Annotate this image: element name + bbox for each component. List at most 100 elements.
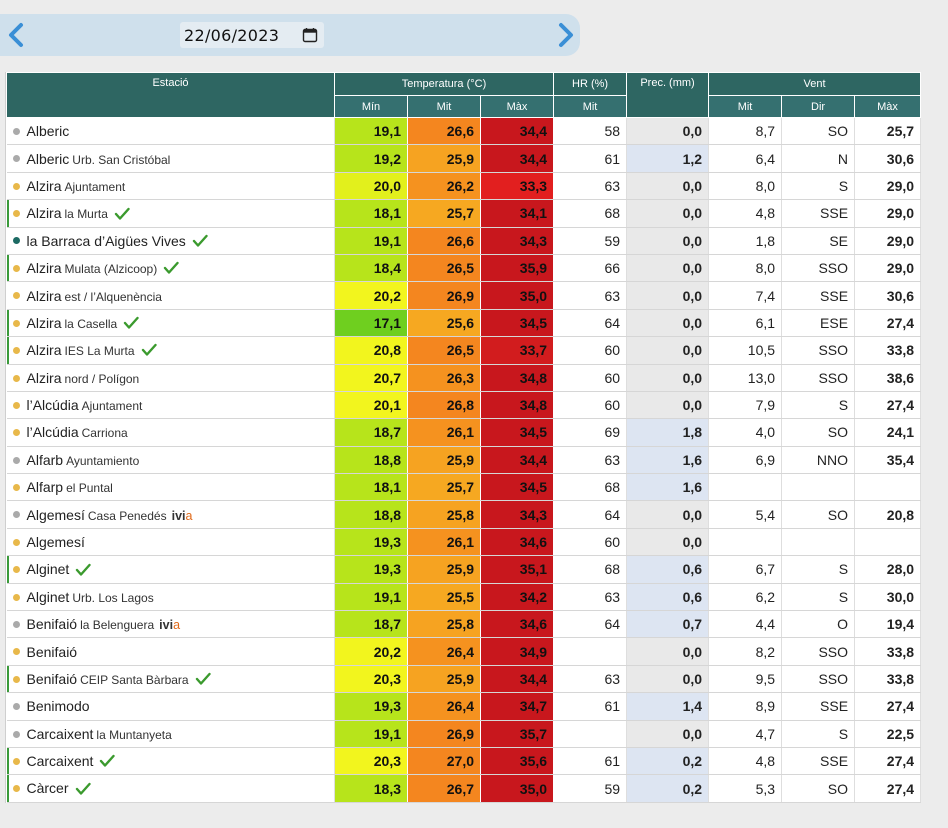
header-temperature: Temperatura (°C) [333,72,555,96]
station-cell[interactable]: Alginet [6,555,335,584]
precipitation-cell: 0,0 [626,665,710,694]
temp-max-cell: 34,4 [480,117,555,146]
table-row[interactable]: Carcaixent la Muntanyeta 19,1 26,9 35,7 0,0 4,… [6,720,922,748]
ivia-logo-icon: ivia [171,508,193,523]
table-row[interactable]: Alfarp el Puntal 18,1 25,7 34,5 68 1,6 [6,473,922,502]
table-row[interactable]: Càrcer 18,3 26,7 35,0 59 0,2 5,3 SO 27,4 [6,774,922,803]
temp-max-cell: 34,7 [480,692,555,721]
station-cell[interactable]: Benifaió la Belenguera ivia [6,610,335,639]
precipitation-cell: 0,0 [626,172,710,201]
station-cell[interactable]: Carcaixent [6,747,335,776]
station-cell[interactable]: Alzira la Casella [6,309,335,338]
station-name[interactable]: Alginet [27,589,70,605]
temp-mid-cell: 25,9 [407,144,481,173]
table-row[interactable]: Carcaixent 20,3 27,0 35,6 61 0,2 4,8 SSE 27,4 [6,747,922,776]
station-name[interactable]: Alzira [27,260,62,276]
station-name[interactable]: Alfarp [27,479,64,495]
station-cell[interactable]: l’Alcúdia Ajuntament [6,391,335,420]
table-row[interactable]: Alginet 19,3 25,9 35,1 68 0,6 6,7 S 28,0 [6,555,922,584]
table-row[interactable]: Alzira nord / Polígon 20,7 26,3 34,8 60 0,0 13,… [6,364,922,392]
table-row[interactable]: Algemesí 19,3 26,1 34,6 60 0,0 [6,528,922,557]
station-name[interactable]: Algemesí [27,534,85,550]
station-cell[interactable]: Càrcer [6,774,335,803]
station-name[interactable]: Alzira [27,315,62,331]
station-name[interactable]: Algemesí [27,507,85,523]
wind-mid-cell: 4,4 [708,610,783,639]
table-row[interactable]: la Barraca d’Aigües Vives 19,1 26,6 34,3 59 0… [6,227,922,255]
station-name[interactable]: Alfarb [27,452,64,468]
station-name[interactable]: Alzira [27,342,62,358]
humidity-cell: 68 [553,555,628,584]
table-row[interactable]: l’Alcúdia Ajuntament 20,1 26,8 34,8 60 0,0 7,9 S… [6,391,922,420]
table-row[interactable]: Alberic 19,1 26,6 34,4 58 0,0 8,7 SO 25,7 [6,117,922,146]
wind-mid-cell: 8,2 [708,637,783,666]
table-row[interactable]: Alzira Mulata (Alzicoop) 18,4 26,5 35,9 66 0,0… [6,254,922,283]
station-name[interactable]: Alginet [27,561,70,577]
temp-min-cell: 19,3 [334,528,408,557]
station-cell[interactable]: Alberic Urb. San Cristóbal [6,144,335,173]
station-cell[interactable]: Algemesí Casa Penedés ivia [6,500,335,529]
table-row[interactable]: Alginet Urb. Los Lagos 19,1 25,5 34,2 63 0,6 6,… [6,583,922,612]
table-row[interactable]: Alzira la Murta 18,1 25,7 34,1 68 0,0 4,8 SSE 29,… [6,199,922,228]
table-row[interactable]: Alberic Urb. San Cristóbal 19,2 25,9 34,4 61 1… [6,144,922,173]
station-cell[interactable]: Alfarp el Puntal [6,473,335,502]
station-cell[interactable]: Algemesí [6,528,335,557]
date-input[interactable]: 22/06/2023 [180,22,324,48]
station-name[interactable]: Benifaió [27,644,78,660]
station-cell[interactable]: Alzira la Murta [6,199,335,228]
station-cell[interactable]: Alzira IES La Murta [6,336,335,365]
table-row[interactable]: Alzira est / l’Alquenència 20,2 26,9 35,0 63 0… [6,281,922,310]
header-station[interactable]: Estació [6,72,335,118]
precipitation-cell: 1,2 [626,144,710,173]
station-cell[interactable]: Alginet Urb. Los Lagos [6,583,335,612]
station-cell[interactable]: Alfarb Ayuntamiento [6,446,335,475]
table-row[interactable]: Benimodo 19,3 26,4 34,7 61 1,4 8,9 SSE 27,4 [6,692,922,721]
station-cell[interactable]: Alzira Mulata (Alzicoop) [6,254,335,283]
station-name[interactable]: Alzira [27,370,62,386]
table-row[interactable]: l’Alcúdia Carriona 18,7 26,1 34,5 69 1,8 4,0 SO 2… [6,418,922,447]
chevron-right-icon[interactable] [552,20,580,50]
station-name[interactable]: Benifaió [27,616,78,632]
station-cell[interactable]: Alzira nord / Polígon [6,364,335,392]
station-name[interactable]: Càrcer [27,780,69,796]
station-name[interactable]: Carcaixent [27,726,94,742]
table-row[interactable]: Alzira Ajuntament 20,0 26,2 33,3 63 0,0 8,0 S 29,… [6,172,922,201]
station-cell[interactable]: Alberic [6,117,335,146]
table-row[interactable]: Alzira la Casella 17,1 25,6 34,5 64 0,0 6,1 ESE 2… [6,309,922,338]
status-dot-icon [12,484,20,492]
station-name[interactable]: Benifaió [27,671,78,687]
station-cell[interactable]: Benifaió [6,637,335,666]
station-cell[interactable]: la Barraca d’Aigües Vives [6,227,335,255]
station-name[interactable]: Benimodo [27,698,90,714]
station-name[interactable]: Alzira [27,178,62,194]
station-cell[interactable]: Carcaixent la Muntanyeta [6,720,335,748]
table-row[interactable]: Algemesí Casa Penedés ivia 18,8 25,8 34,3 64 0,… [6,500,922,529]
station-name[interactable]: Alzira [27,288,62,304]
station-cell[interactable]: Alzira Ajuntament [6,172,335,201]
temp-max-cell: 34,5 [480,418,555,447]
table-row[interactable]: Alfarb Ayuntamiento 18,8 25,9 34,4 63 1,6 6,9 NN… [6,446,922,475]
station-name[interactable]: la Barraca d’Aigües Vives [27,233,186,249]
station-name[interactable]: Alberic [27,123,70,139]
wind-dir-cell: SSO [781,364,856,392]
weather-stations-table: Estació Temperatura (°C) HR (%) Prec. (m… [5,72,922,803]
station-cell[interactable]: l’Alcúdia Carriona [6,418,335,447]
station-cell[interactable]: Alzira est / l’Alquenència [6,281,335,310]
table-row[interactable]: Alzira IES La Murta 20,8 26,5 33,7 60 0,0 10,5 S… [6,336,922,365]
station-name[interactable]: l’Alcúdia [27,397,79,413]
table-row[interactable]: Benifaió CEIP Santa Bàrbara 20,3 25,9 34,4 63… [6,665,922,694]
station-cell[interactable]: Benimodo [6,692,335,721]
wind-dir-cell: SO [781,774,856,803]
calendar-icon[interactable] [302,27,318,43]
table-row[interactable]: Benifaió la Belenguera ivia 18,7 25,8 34,6 64 0… [6,610,922,639]
station-name[interactable]: l’Alcúdia [27,424,79,440]
station-name[interactable]: Alzira [27,205,62,221]
station-cell[interactable]: Benifaió CEIP Santa Bàrbara [6,665,335,694]
table-row[interactable]: Benifaió 20,2 26,4 34,9 0,0 8,2 SSO 33,8 [6,637,922,666]
chevron-left-icon[interactable] [2,20,30,50]
station-name[interactable]: Carcaixent [27,753,94,769]
temp-min-cell: 18,8 [334,446,408,475]
wind-max-cell: 22,5 [854,720,922,748]
station-name[interactable]: Alberic [27,151,70,167]
humidity-cell: 60 [553,528,628,557]
